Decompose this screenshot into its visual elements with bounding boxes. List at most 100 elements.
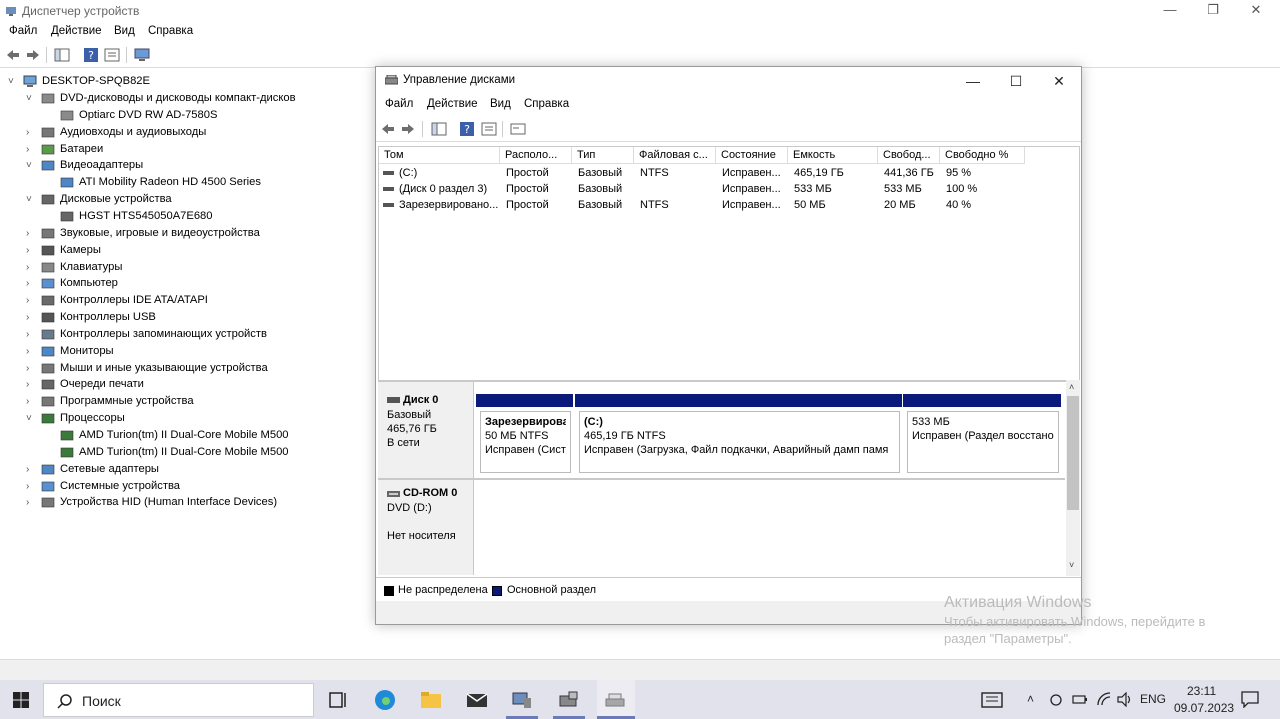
- column-header[interactable]: Емкость: [788, 147, 878, 164]
- collapse-chevron-icon[interactable]: ˅: [26, 90, 36, 107]
- expand-chevron-icon[interactable]: ›: [26, 242, 36, 259]
- cdrom-0-label[interactable]: CD-ROM 0 DVD (D:) Нет носителя: [378, 480, 474, 575]
- partition-reserved[interactable]: Зарезервирова 50 МБ NTFS Исправен (Систе: [476, 394, 573, 476]
- tree-item-label: Батареи: [60, 142, 104, 155]
- show-hide-tree-icon[interactable]: [54, 47, 70, 63]
- device-manager-task-icon[interactable]: [510, 688, 534, 712]
- table-cell: 95 %: [946, 167, 972, 179]
- column-header[interactable]: Тип: [572, 147, 634, 164]
- collapse-chevron-icon[interactable]: ˅: [26, 157, 36, 174]
- column-header[interactable]: Располо...: [500, 147, 572, 164]
- help-icon[interactable]: ?: [83, 47, 99, 63]
- tree-item-label: Клавиатуры: [60, 260, 123, 273]
- wifi-icon[interactable]: [1096, 692, 1112, 707]
- table-cell: 465,19 ГБ: [794, 167, 844, 179]
- menu-help[interactable]: Справка: [148, 25, 193, 37]
- expand-chevron-icon[interactable]: ›: [26, 259, 36, 276]
- table-row[interactable]: Зарезервировано... Простой Базовый NTFS Испр…: [379, 197, 1079, 213]
- expand-chevron-icon[interactable]: ›: [26, 461, 36, 478]
- expand-chevron-icon[interactable]: ›: [26, 309, 36, 326]
- expand-chevron-icon[interactable]: ›: [26, 225, 36, 242]
- watermark-line: раздел "Параметры".: [944, 631, 1072, 646]
- tree-item-label: DVD-дисководы и дисководы компакт-дисков: [60, 92, 296, 104]
- clock-date[interactable]: 09.07.2023: [1174, 701, 1234, 715]
- properties-icon[interactable]: [104, 47, 120, 63]
- windows-start-icon[interactable]: [13, 692, 29, 708]
- column-header[interactable]: Файловая с...: [634, 147, 716, 164]
- expand-chevron-icon[interactable]: ›: [26, 343, 36, 360]
- back-arrow-icon[interactable]: [5, 47, 21, 63]
- speaker-icon: [41, 127, 55, 137]
- volume-icon: [383, 171, 394, 175]
- status-bar: [0, 659, 1280, 680]
- edge-browser-icon[interactable]: [373, 688, 397, 712]
- column-header[interactable]: Состояние: [716, 147, 788, 164]
- menu-help[interactable]: Справка: [524, 98, 569, 110]
- close-button[interactable]: ✕: [1037, 71, 1081, 91]
- show-hide-tree-icon[interactable]: [431, 121, 447, 137]
- table-row[interactable]: (C:) Простой Базовый NTFS Исправен... 465,19 …: [379, 165, 1079, 181]
- notes-icon[interactable]: [981, 692, 1003, 708]
- table-cell: (C:): [399, 167, 418, 179]
- scrollbar-thumb[interactable]: [1067, 396, 1079, 510]
- show-hidden-icons-chevron-icon[interactable]: ˄: [1027, 692, 1034, 706]
- battery-tray-icon[interactable]: [1072, 693, 1088, 706]
- menu-action[interactable]: Действие: [427, 98, 478, 110]
- partition-name: (C:): [584, 416, 603, 428]
- column-header[interactable]: Свободно %: [940, 147, 1025, 164]
- forward-arrow-icon[interactable]: [25, 47, 41, 63]
- collapse-chevron-icon[interactable]: ˅: [8, 73, 18, 90]
- minimize-button[interactable]: —: [951, 71, 995, 91]
- expand-chevron-icon[interactable]: ›: [26, 326, 36, 343]
- expand-chevron-icon[interactable]: ›: [26, 124, 36, 141]
- expand-chevron-icon[interactable]: ›: [26, 275, 36, 292]
- disk-0-label[interactable]: Диск 0 Базовый 465,76 ГБ В сети: [378, 382, 474, 478]
- menu-view[interactable]: Вид: [490, 98, 511, 110]
- task-view-icon[interactable]: [326, 688, 350, 712]
- table-row[interactable]: (Диск 0 раздел 3) Простой Базовый Исправен.…: [379, 181, 1079, 197]
- scroll-up-chevron-icon[interactable]: ˄: [1069, 382, 1074, 392]
- console-view-icon[interactable]: [510, 121, 526, 137]
- back-arrow-icon[interactable]: [380, 121, 396, 137]
- notification-center-icon[interactable]: [1241, 691, 1259, 708]
- clock-time[interactable]: 23:11: [1187, 684, 1216, 698]
- collapse-chevron-icon[interactable]: ˅: [26, 410, 36, 427]
- computer-management-icon[interactable]: [557, 688, 581, 712]
- expand-chevron-icon[interactable]: ›: [26, 494, 36, 511]
- onedrive-icon[interactable]: [1049, 692, 1063, 708]
- system-device-icon: [41, 481, 55, 491]
- menu-action[interactable]: Действие: [51, 25, 102, 37]
- taskbar-search[interactable]: Поиск: [43, 683, 314, 717]
- scroll-down-chevron-icon[interactable]: ˅: [1069, 560, 1074, 570]
- menu-view[interactable]: Вид: [114, 25, 135, 37]
- volume-icon[interactable]: [1117, 692, 1133, 707]
- partition-recovery[interactable]: 533 МБ Исправен (Раздел восстанов: [903, 394, 1061, 476]
- partition-c[interactable]: (C:) 465,19 ГБ NTFS Исправен (Загрузка, …: [575, 394, 902, 476]
- expand-chevron-icon[interactable]: ›: [26, 393, 36, 410]
- menu-file[interactable]: Файл: [9, 25, 37, 37]
- close-button[interactable]: ✕: [1236, 0, 1276, 22]
- mail-icon[interactable]: [465, 688, 489, 712]
- menu-bar: Файл Действие Вид Справка: [0, 22, 1280, 42]
- scan-hardware-icon[interactable]: [134, 47, 150, 63]
- collapse-chevron-icon[interactable]: ˅: [26, 191, 36, 208]
- maximize-button[interactable]: ☐: [994, 71, 1038, 91]
- column-header[interactable]: Свобод...: [878, 147, 940, 164]
- forward-arrow-icon[interactable]: [400, 121, 416, 137]
- properties-icon[interactable]: [481, 121, 497, 137]
- graph-scrollbar[interactable]: ˄ ˅: [1066, 380, 1080, 576]
- expand-chevron-icon[interactable]: ›: [26, 376, 36, 393]
- maximize-button[interactable]: ❐: [1193, 0, 1233, 22]
- expand-chevron-icon[interactable]: ›: [26, 360, 36, 377]
- menu-file[interactable]: Файл: [385, 98, 413, 110]
- expand-chevron-icon[interactable]: ›: [26, 292, 36, 309]
- column-header[interactable]: Том: [379, 147, 500, 164]
- table-cell: 20 МБ: [884, 199, 916, 211]
- file-explorer-icon[interactable]: [419, 688, 443, 712]
- minimize-button[interactable]: —: [1150, 0, 1190, 22]
- help-icon[interactable]: ?: [459, 121, 475, 137]
- language-indicator[interactable]: ENG: [1140, 692, 1166, 706]
- expand-chevron-icon[interactable]: ›: [26, 141, 36, 158]
- expand-chevron-icon[interactable]: ›: [26, 478, 36, 495]
- table-cell: Простой: [506, 167, 549, 179]
